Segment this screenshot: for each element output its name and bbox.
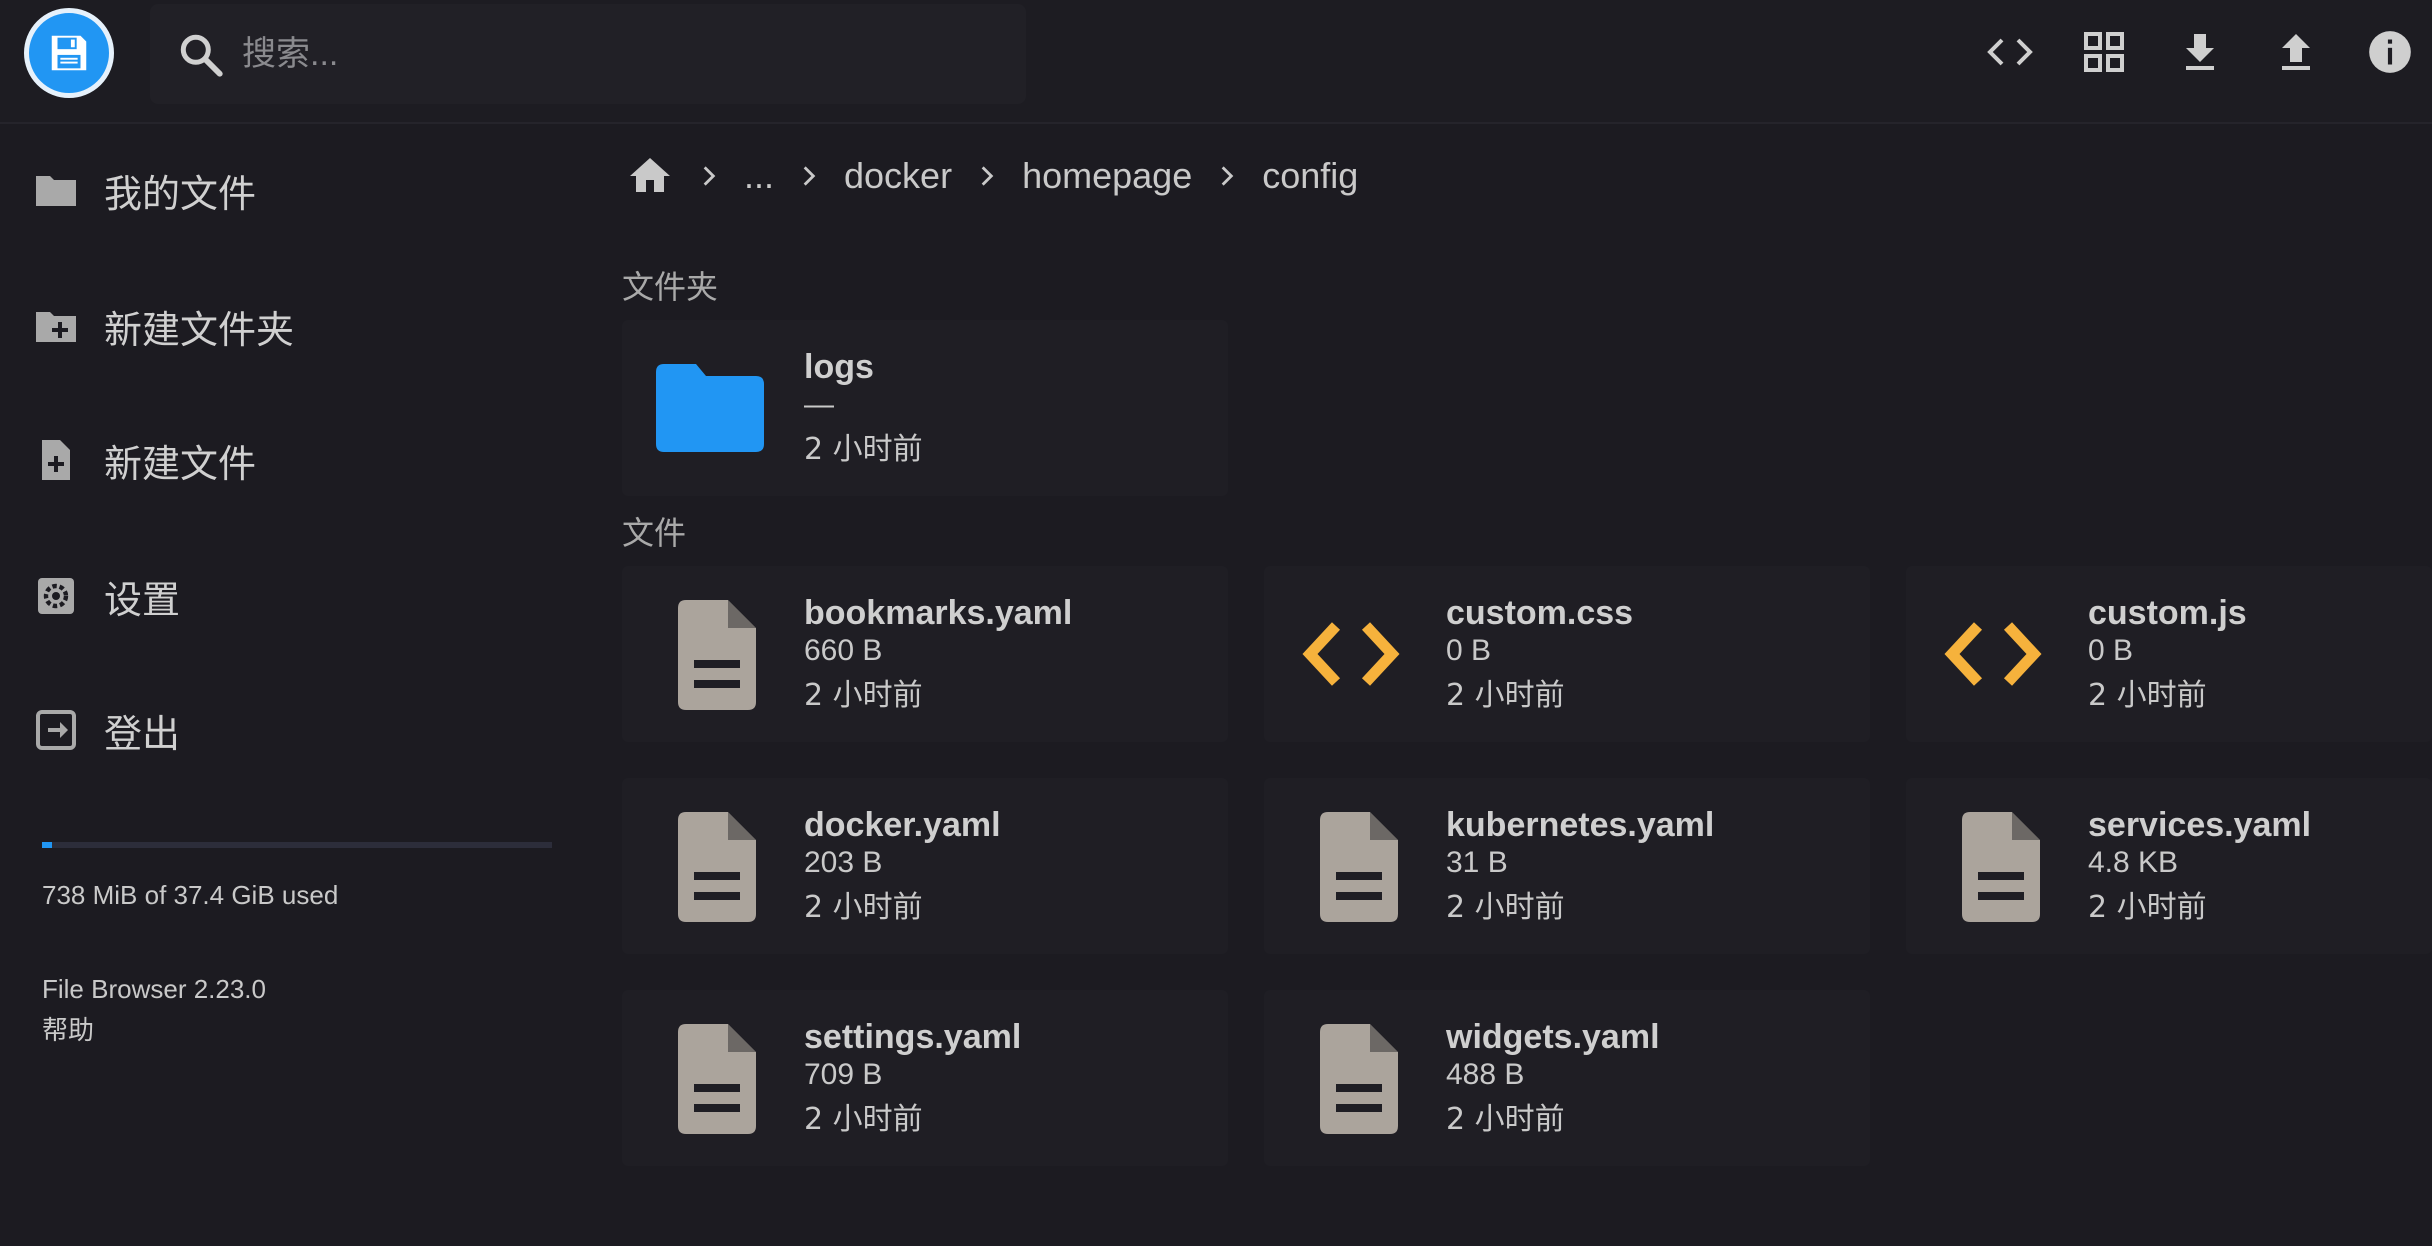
file-card[interactable]: services.yaml 4.8 KB 2 小时前 xyxy=(1906,778,2432,954)
file-name: services.yaml xyxy=(2088,806,2312,844)
info-icon xyxy=(2369,31,2411,73)
breadcrumb-item[interactable]: homepage xyxy=(1022,155,1192,197)
chevron-right-icon xyxy=(796,163,822,189)
app-logo[interactable] xyxy=(24,8,114,98)
new-folder-icon xyxy=(36,312,76,342)
storage-usage-fill xyxy=(42,842,53,848)
file-size: 0 B xyxy=(2088,634,2134,667)
document-icon xyxy=(678,600,756,710)
sidebar-item-label: 设置 xyxy=(104,577,181,622)
breadcrumb-item[interactable]: ... xyxy=(744,155,774,197)
document-icon xyxy=(678,1024,756,1134)
settings-icon xyxy=(38,578,74,614)
upload-icon xyxy=(2282,34,2310,70)
sidebar-item-settings[interactable]: 设置 xyxy=(0,546,560,646)
file-size: 709 B xyxy=(804,1058,883,1091)
storage-usage-text: 738 MiB of 37.4 GiB used xyxy=(42,880,339,910)
folder-size: — xyxy=(804,388,834,421)
new-file-icon xyxy=(42,440,70,480)
file-card[interactable]: settings.yaml 709 B 2 小时前 xyxy=(622,990,1228,1166)
breadcrumb-item[interactable]: docker xyxy=(844,155,952,197)
file-card[interactable]: widgets.yaml 488 B 2 小时前 xyxy=(1264,990,1870,1166)
file-name: custom.css xyxy=(1446,594,1634,632)
info-button[interactable] xyxy=(2358,20,2422,84)
logout-icon xyxy=(36,710,76,750)
file-size: 660 B xyxy=(804,634,883,667)
folder-card-logs[interactable]: logs — 2 小时前 xyxy=(622,320,1228,496)
sidebar: 我的文件 新建文件夹 新建文件 设置 登出 738 MiB of 37.4 Gi… xyxy=(0,126,580,1246)
file-modified: 2 小时前 xyxy=(804,678,923,713)
file-name: docker.yaml xyxy=(804,806,1001,844)
file-card[interactable]: custom.css 0 B 2 小时前 xyxy=(1264,566,1870,742)
file-size: 31 B xyxy=(1446,846,1508,879)
document-icon xyxy=(1320,812,1398,922)
grid-view-icon xyxy=(2084,32,2124,72)
file-card[interactable]: bookmarks.yaml 660 B 2 小时前 xyxy=(622,566,1228,742)
home-icon[interactable] xyxy=(626,152,674,200)
chevron-right-icon xyxy=(1214,163,1240,189)
file-size: 488 B xyxy=(1446,1058,1525,1091)
breadcrumb: ... docker homepage config xyxy=(626,146,1358,206)
download-button[interactable] xyxy=(2168,20,2232,84)
file-card[interactable]: kubernetes.yaml 31 B 2 小时前 xyxy=(1264,778,1870,954)
folders-section-title: 文件夹 xyxy=(622,268,719,306)
file-name: bookmarks.yaml xyxy=(804,594,1073,632)
file-size: 203 B xyxy=(804,846,883,879)
sidebar-item-new-file[interactable]: 新建文件 xyxy=(0,410,560,510)
upload-button[interactable] xyxy=(2264,20,2328,84)
sidebar-item-label: 我的文件 xyxy=(104,171,257,216)
search-input[interactable] xyxy=(242,26,1002,82)
sidebar-item-label: 新建文件 xyxy=(104,441,257,486)
file-size: 0 B xyxy=(1446,634,1492,667)
file-modified: 2 小时前 xyxy=(2088,890,2207,925)
app-version: File Browser 2.23.0 xyxy=(42,974,266,1004)
code-view-button[interactable] xyxy=(1978,20,2042,84)
sidebar-item-my-files[interactable]: 我的文件 xyxy=(0,140,560,240)
file-name: custom.js xyxy=(2088,594,2247,632)
storage-usage-bar xyxy=(42,842,552,848)
breadcrumb-item[interactable]: config xyxy=(1262,155,1358,197)
chevron-right-icon xyxy=(974,163,1000,189)
file-modified: 2 小时前 xyxy=(1446,1102,1565,1137)
folder-modified: 2 小时前 xyxy=(804,432,923,467)
grid-view-button[interactable] xyxy=(2072,20,2136,84)
search-box[interactable] xyxy=(150,4,1026,104)
code-icon xyxy=(1987,38,2033,66)
folder-icon xyxy=(36,176,76,206)
sidebar-item-new-folder[interactable]: 新建文件夹 xyxy=(0,276,560,376)
file-card[interactable]: custom.js 0 B 2 小时前 xyxy=(1906,566,2432,742)
folder-icon xyxy=(656,364,764,452)
file-name: widgets.yaml xyxy=(1446,1018,1660,1056)
file-modified: 2 小时前 xyxy=(804,1102,923,1137)
code-file-icon xyxy=(1944,622,2042,686)
file-name: settings.yaml xyxy=(804,1018,1022,1056)
folder-name: logs xyxy=(804,348,874,386)
file-size: 4.8 KB xyxy=(2088,846,2179,879)
code-file-icon xyxy=(1302,622,1400,686)
floppy-disk-icon xyxy=(51,35,87,71)
file-modified: 2 小时前 xyxy=(804,890,923,925)
sidebar-item-label: 登出 xyxy=(104,711,181,756)
help-link[interactable]: 帮助 xyxy=(42,1010,94,1047)
file-modified: 2 小时前 xyxy=(1446,890,1565,925)
sidebar-item-label: 新建文件夹 xyxy=(104,307,295,352)
file-modified: 2 小时前 xyxy=(1446,678,1565,713)
download-icon xyxy=(2186,34,2214,70)
file-name: kubernetes.yaml xyxy=(1446,806,1715,844)
file-card[interactable]: docker.yaml 203 B 2 小时前 xyxy=(622,778,1228,954)
document-icon xyxy=(1320,1024,1398,1134)
document-icon xyxy=(678,812,756,922)
top-bar xyxy=(0,0,2432,124)
search-icon xyxy=(180,34,223,77)
chevron-right-icon xyxy=(696,163,722,189)
files-section-title: 文件 xyxy=(622,514,687,552)
sidebar-item-logout[interactable]: 登出 xyxy=(0,680,560,780)
document-icon xyxy=(1962,812,2040,922)
file-modified: 2 小时前 xyxy=(2088,678,2207,713)
